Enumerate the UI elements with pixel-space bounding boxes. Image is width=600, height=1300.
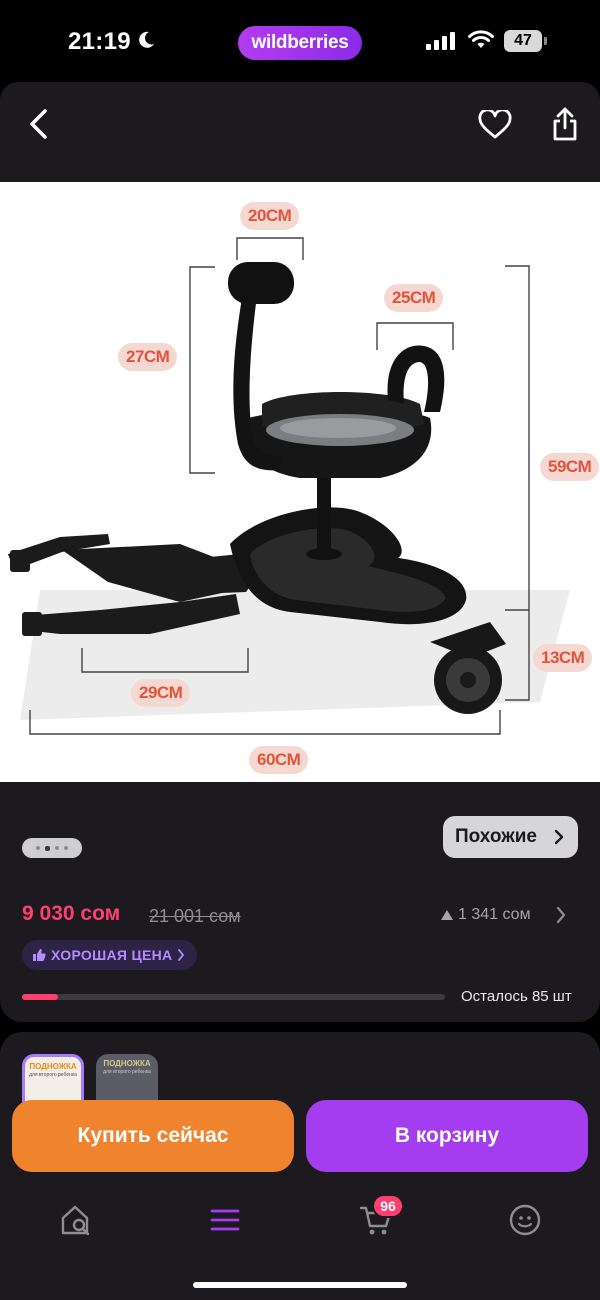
variant-thumbnail-title: ПОДНОЖКА [103, 1059, 151, 1068]
dimension-label-total-height: 59CM [540, 453, 600, 481]
current-price: 9 030 сом [22, 902, 121, 925]
chevron-right-icon [554, 829, 564, 845]
product-header [0, 82, 600, 182]
bottom-tab-bar: 96 [0, 1178, 600, 1300]
price-history-value: 1 341 сом [458, 906, 531, 923]
gallery-dot [55, 846, 59, 850]
moon-icon [139, 31, 154, 48]
variant-thumbnail-subtitle: для второго ребенка [29, 1072, 77, 1078]
status-time: 21:19 [68, 28, 131, 55]
tab-home-search[interactable] [54, 1198, 98, 1242]
dimension-label-handle-height: 27CM [118, 343, 178, 371]
profile-icon [509, 1204, 541, 1236]
add-to-cart-button[interactable]: В корзину [306, 1100, 588, 1172]
wifi-icon [468, 30, 494, 48]
back-button[interactable] [18, 104, 58, 144]
variant-thumbnail-title: ПОДНОЖКА [29, 1062, 77, 1071]
gallery-dot [36, 846, 40, 850]
product-info-panel: Похожие 9 030 сом 21 001 сом 1 341 сом Х… [0, 782, 600, 1022]
dimension-label-connector-length: 29CM [131, 679, 191, 707]
variant-thumbnail-subtitle: для второго ребенка [103, 1069, 151, 1075]
triangle-up-icon [441, 910, 453, 920]
share-button[interactable] [544, 102, 586, 146]
chevron-left-icon [30, 109, 47, 139]
price-history-link[interactable]: 1 341 сом [440, 906, 531, 924]
similar-button-label: Похожие [455, 826, 537, 847]
dimension-label-wheel-height: 13CM [533, 644, 593, 672]
buy-now-button[interactable]: Купить сейчас [12, 1100, 294, 1172]
tab-catalog[interactable] [203, 1198, 247, 1242]
gallery-dot [64, 846, 68, 850]
good-price-label: ХОРОШАЯ ЦЕНА [51, 947, 173, 963]
home-search-icon [61, 1205, 90, 1236]
stock-progress-bar [22, 994, 445, 1000]
favorite-button[interactable] [474, 104, 516, 146]
stock-progress-fill [22, 994, 58, 1000]
battery-indicator: 47 [504, 30, 542, 52]
cellular-signal-icon [426, 32, 455, 50]
gallery-pagination[interactable] [22, 838, 82, 858]
old-price: 21 001 сом [149, 906, 241, 926]
thumbs-up-icon [33, 949, 46, 961]
similar-button[interactable]: Похожие [443, 816, 578, 858]
battery-tip [544, 37, 547, 45]
dimension-label-total-length: 60CM [249, 746, 309, 774]
product-image[interactable]: 20CM 25CM 27CM 59CM 13CM 29CM 60CM [0, 182, 600, 782]
chevron-right-icon [178, 949, 185, 961]
cart-count-badge: 96 [372, 1194, 404, 1218]
stroller-board-illustration [8, 237, 570, 735]
chevron-right-icon[interactable] [556, 906, 566, 924]
gallery-dot-active [45, 845, 50, 851]
tab-profile[interactable] [503, 1198, 547, 1242]
share-icon [553, 107, 577, 141]
dimension-label-seat-width: 25CM [384, 284, 444, 312]
stock-remaining: Осталось 85 шт [461, 988, 572, 1005]
brand-logo[interactable]: wildberries [238, 26, 362, 60]
status-bar: 21:19 wildberries 47 [0, 0, 600, 82]
good-price-badge[interactable]: ХОРОШАЯ ЦЕНА [22, 940, 198, 970]
home-indicator [193, 1282, 407, 1288]
dimension-label-handle-width: 20CM [240, 202, 300, 230]
menu-icon [210, 1209, 240, 1231]
heart-icon [478, 110, 512, 139]
